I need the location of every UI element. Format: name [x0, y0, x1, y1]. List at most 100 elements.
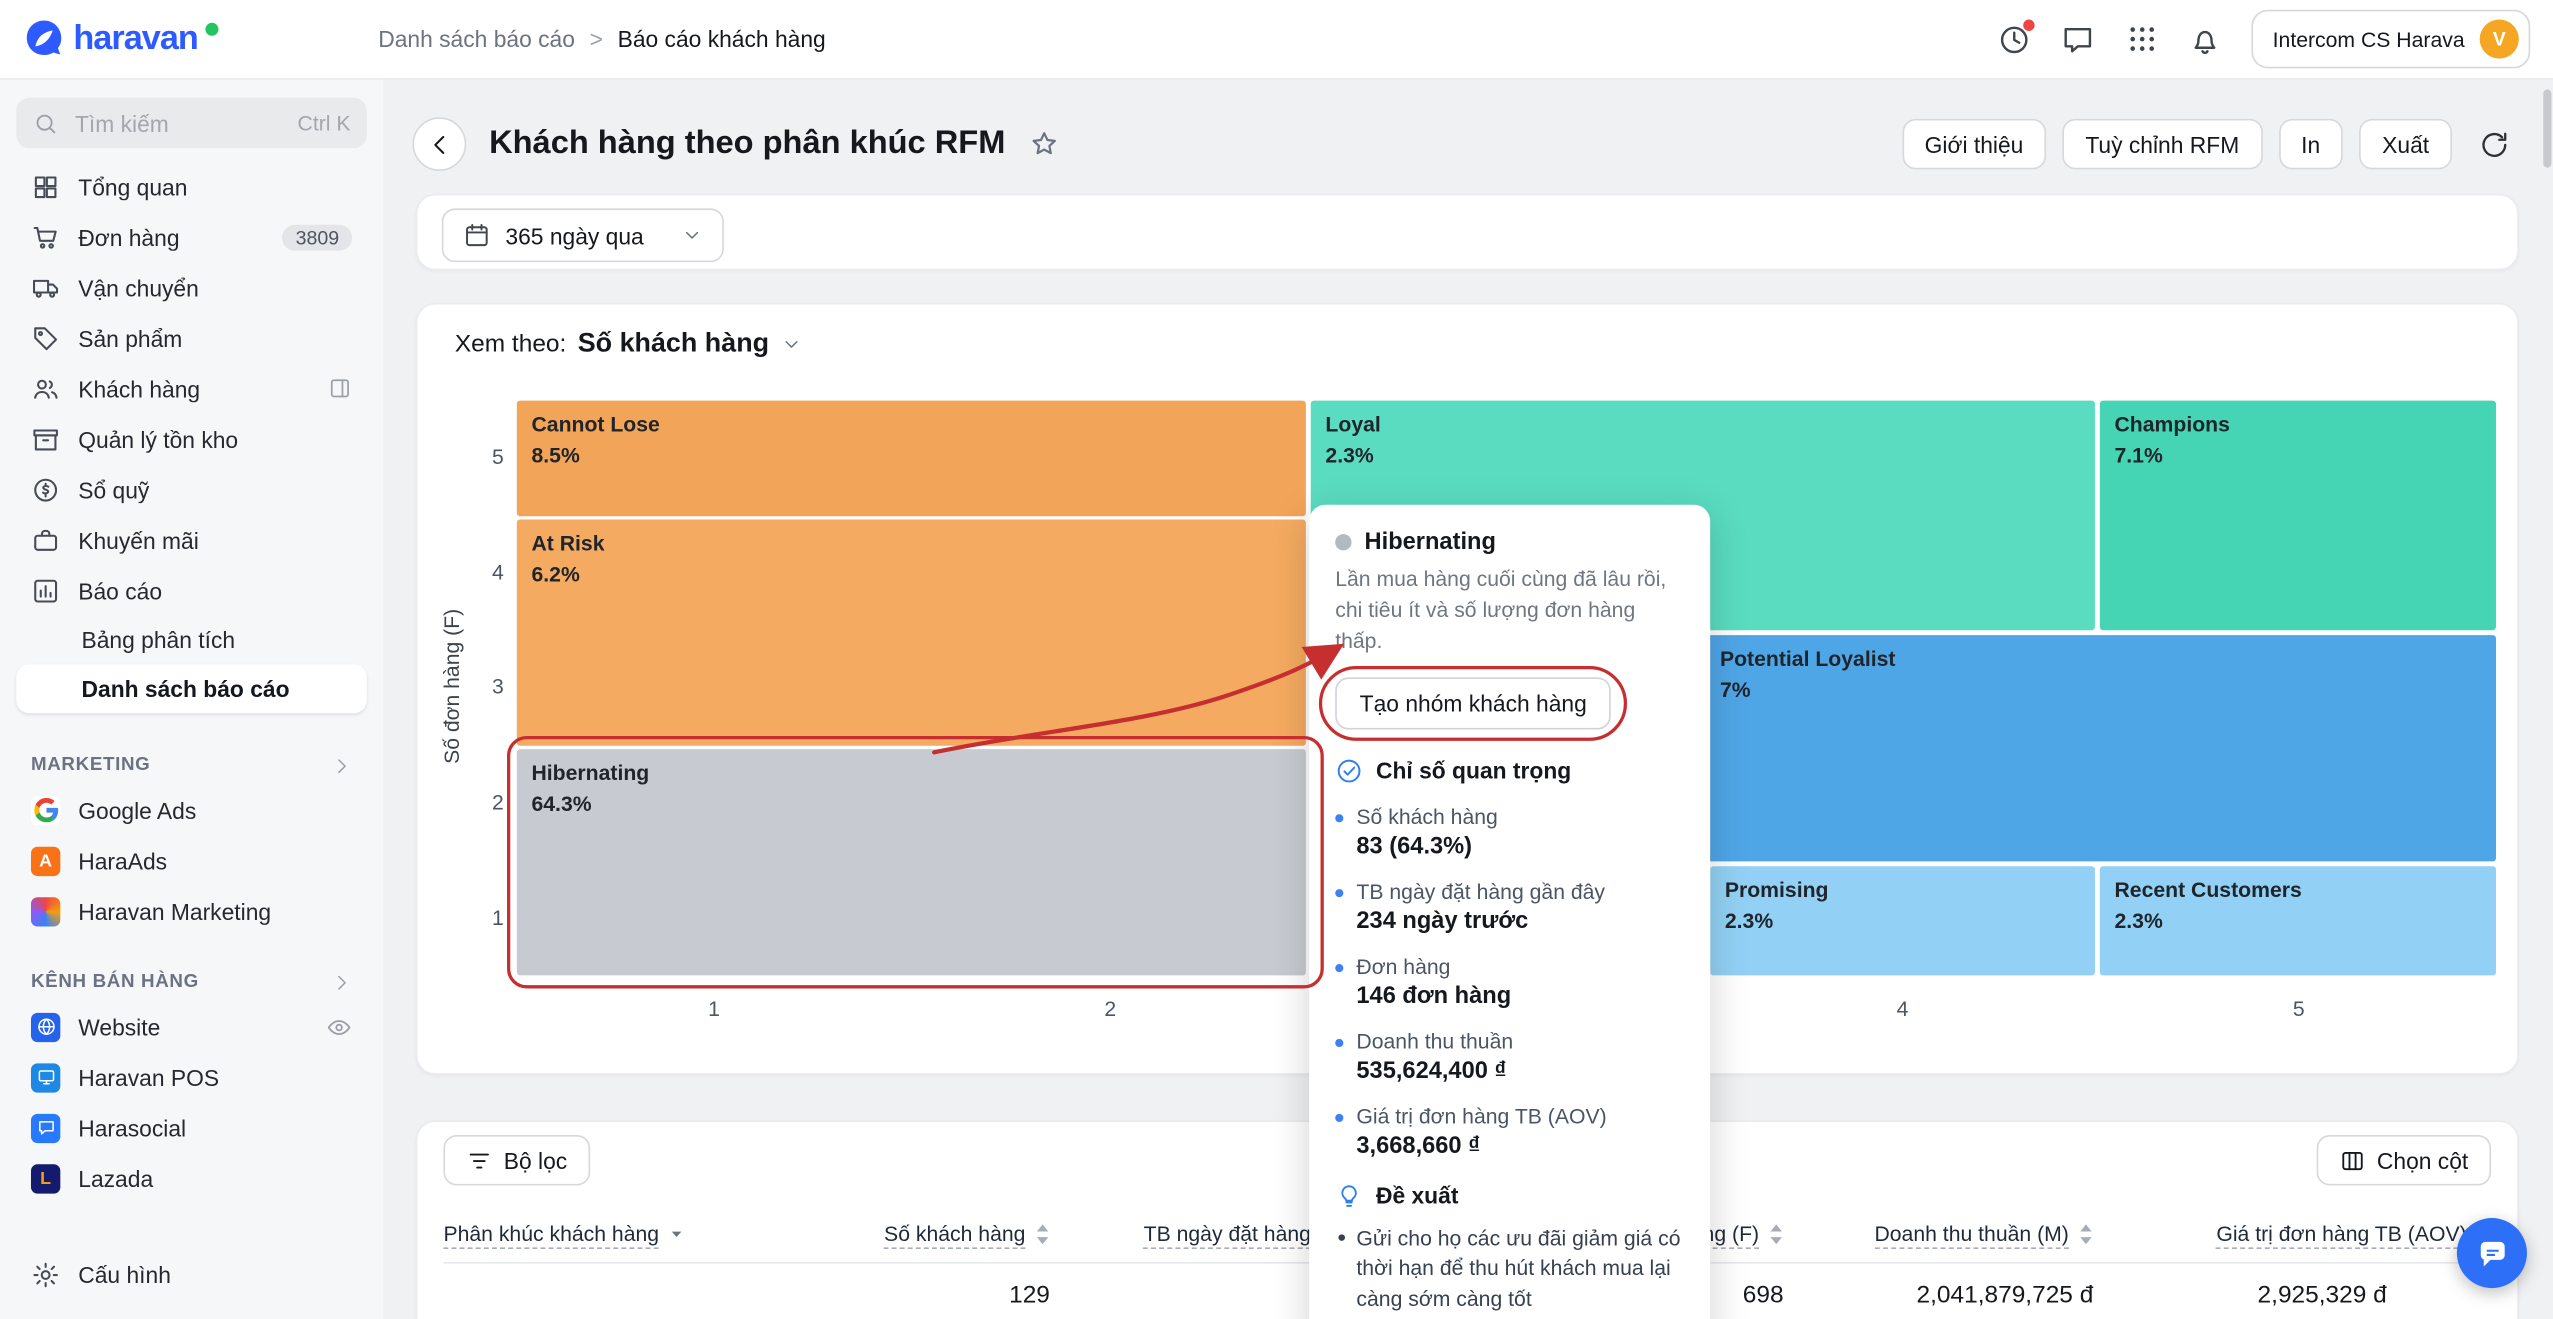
- bullet-dot: [1335, 1038, 1343, 1046]
- sidebar-section-marketing[interactable]: MARKETING: [16, 746, 367, 785]
- breadcrumb-parent[interactable]: Danh sách báo cáo: [378, 26, 575, 52]
- segment-hibernating[interactable]: Hibernating 64.3%: [517, 749, 1306, 975]
- back-button[interactable]: [412, 117, 466, 171]
- metric-recency: TB ngày đặt hàng gần đây 234 ngày trước: [1335, 879, 1684, 934]
- segment-champions[interactable]: Champions 7.1%: [2100, 401, 2496, 631]
- segment-at-risk[interactable]: At Risk 6.2%: [517, 519, 1306, 745]
- inventory-icon: [31, 424, 60, 453]
- customize-rfm-button[interactable]: Tuỳ chỉnh RFM: [2063, 119, 2263, 169]
- sidebar-item-khach-hang[interactable]: Khách hàng: [16, 363, 367, 413]
- sidebar-item-van-chuyen[interactable]: Vận chuyển: [16, 262, 367, 312]
- sidebar-item-san-pham[interactable]: Sản phẩm: [16, 313, 367, 363]
- column-header-aov[interactable]: Giá trị đơn hàng TB (AOV): [2093, 1220, 2491, 1248]
- print-button[interactable]: In: [2278, 119, 2343, 169]
- x-tick: 2: [1087, 997, 1133, 1021]
- sidebar-item-khuyen-mai[interactable]: Khuyến mãi: [16, 515, 367, 565]
- segment-recent-customers[interactable]: Recent Customers 2.3%: [2100, 866, 2496, 975]
- sidebar-item-danh-sach-bao-cao[interactable]: Danh sách báo cáo: [16, 664, 367, 713]
- sidebar-item-haravan-marketing[interactable]: Haravan Marketing: [16, 886, 367, 936]
- segment-cannot-lose[interactable]: Cannot Lose 8.5%: [517, 401, 1306, 517]
- segment-promising[interactable]: Promising 2.3%: [1710, 866, 2095, 975]
- sidebar-item-label: Website: [78, 1014, 308, 1040]
- suggestion-text: Gửi cho họ các ưu đãi giảm giá có thời h…: [1356, 1225, 1680, 1311]
- feedback-icon[interactable]: [2061, 22, 2095, 56]
- search-input[interactable]: [72, 108, 285, 137]
- sidebar-item-tong-quan[interactable]: Tổng quan: [16, 161, 367, 211]
- sidebar-item-quan-ly-ton-kho[interactable]: Quản lý tồn kho: [16, 414, 367, 464]
- sidebar-item-haraads[interactable]: A HaraAds: [16, 835, 367, 885]
- dropdown-caret-icon: [669, 1226, 685, 1242]
- segment-name: Promising: [1725, 878, 2080, 904]
- view-by-selector[interactable]: Xem theo: Số khách hàng: [455, 329, 802, 360]
- metric-value: 535,624,400 ₫: [1356, 1058, 1684, 1084]
- sidebar-search[interactable]: Ctrl K: [16, 98, 367, 148]
- sidebar-section-channels[interactable]: KÊNH BÁN HÀNG: [16, 962, 367, 1001]
- segment-name: Loyal: [1325, 412, 2080, 438]
- sidebar-item-bao-cao[interactable]: Báo cáo: [16, 565, 367, 615]
- sidebar-menu: Tổng quan Đơn hàng 3809 Vận chuyển Sản p…: [16, 161, 367, 1203]
- chat-widget-button[interactable]: [2457, 1218, 2527, 1288]
- favorite-star-icon[interactable]: [1028, 129, 1059, 160]
- column-header-net-revenue[interactable]: Doanh thu thuần (M): [1784, 1220, 2094, 1248]
- column-header-customers[interactable]: Số khách hàng: [822, 1220, 1050, 1248]
- sidebar-item-harasocial[interactable]: Harasocial: [16, 1102, 367, 1152]
- eye-icon[interactable]: [326, 1014, 352, 1040]
- tooltip-description: Lần mua hàng cuối cùng đã lâu rồi, chi t…: [1335, 565, 1684, 657]
- segment-value: 6.2%: [531, 562, 1291, 586]
- metric-customers: Số khách hàng 83 (64.3%): [1335, 804, 1684, 859]
- sidebar-item-label: Sản phẩm: [78, 325, 352, 351]
- intro-button[interactable]: Giới thiệu: [1902, 119, 2046, 169]
- chevron-right-icon: [329, 754, 352, 777]
- create-customer-group-button[interactable]: Tạo nhóm khách hàng: [1335, 677, 1611, 729]
- truck-icon: [31, 273, 60, 302]
- filter-button[interactable]: Bộ lọc: [443, 1135, 590, 1185]
- sidebar-item-label: Sổ quỹ: [78, 476, 352, 502]
- bell-icon[interactable]: [2188, 22, 2222, 56]
- y-tick: 3: [471, 674, 504, 698]
- haravan-logo-icon: [23, 18, 65, 60]
- x-tick: 5: [2276, 997, 2322, 1021]
- sidebar-item-lazada[interactable]: L Lazada: [16, 1153, 367, 1203]
- section-title: MARKETING: [31, 756, 150, 776]
- segment-value: 7%: [1720, 678, 2481, 702]
- sidebar-item-label: Cấu hình: [78, 1261, 352, 1287]
- sidebar-item-google-ads[interactable]: Google Ads: [16, 785, 367, 835]
- sidebar-item-label: Harasocial: [78, 1115, 352, 1141]
- apps-grid-icon[interactable]: [2124, 22, 2158, 56]
- sidebar: Ctrl K Tổng quan Đơn hàng 3809 Vận chuyể…: [0, 78, 383, 1319]
- logo-wordmark: haravan: [73, 20, 197, 59]
- metric-label: TB ngày đặt hàng gần đây: [1356, 879, 1684, 903]
- sidebar-item-don-hang[interactable]: Đơn hàng 3809: [16, 212, 367, 262]
- metric-value: 146 đơn hàng: [1356, 983, 1684, 1009]
- export-button[interactable]: Xuất: [2359, 119, 2452, 169]
- sidebar-item-haravan-pos[interactable]: Haravan POS: [16, 1052, 367, 1102]
- tag-icon: [31, 323, 60, 352]
- column-header-segment[interactable]: Phân khúc khách hàng: [443, 1220, 821, 1248]
- x-tick: 1: [691, 997, 737, 1021]
- history-icon[interactable]: [1997, 22, 2031, 56]
- account-switcher[interactable]: Intercom CS Harava... V: [2251, 10, 2530, 69]
- sidebar-item-so-quy[interactable]: Sổ quỹ: [16, 464, 367, 514]
- choose-columns-button[interactable]: Chọn cột: [2317, 1135, 2492, 1185]
- sidebar-item-website[interactable]: Website: [16, 1001, 367, 1051]
- metric-orders: Đơn hàng 146 đơn hàng: [1335, 953, 1684, 1008]
- harasocial-icon: [31, 1113, 60, 1142]
- open-panel-icon[interactable]: [326, 375, 352, 401]
- scrollbar-thumb[interactable]: [2543, 90, 2551, 168]
- date-filter-card: 365 ngày qua: [416, 194, 2519, 271]
- sidebar-item-cau-hinh[interactable]: Cấu hình: [16, 1249, 367, 1299]
- refresh-button[interactable]: [2468, 118, 2520, 170]
- sort-icon: [1035, 1223, 1050, 1246]
- orders-cart-icon: [31, 222, 60, 251]
- sidebar-item-bang-phan-tich[interactable]: Bảng phân tích: [16, 616, 367, 665]
- segment-potential-loyalist[interactable]: Potential Loyalist 7%: [1705, 635, 2496, 861]
- segment-value: 2.3%: [1325, 443, 2080, 467]
- segment-name: Potential Loyalist: [1720, 646, 2481, 672]
- page-title: Khách hàng theo phân khúc RFM: [489, 125, 1005, 162]
- haravan-logo[interactable]: haravan: [0, 18, 378, 60]
- date-range-selector[interactable]: 365 ngày qua: [442, 208, 724, 262]
- date-range-value: 365 ngày qua: [505, 222, 643, 248]
- suggestion-section-header: Đề xuất: [1335, 1181, 1684, 1209]
- cell-customers: 129: [822, 1281, 1050, 1309]
- metric-label: Doanh thu thuần: [1356, 1028, 1684, 1052]
